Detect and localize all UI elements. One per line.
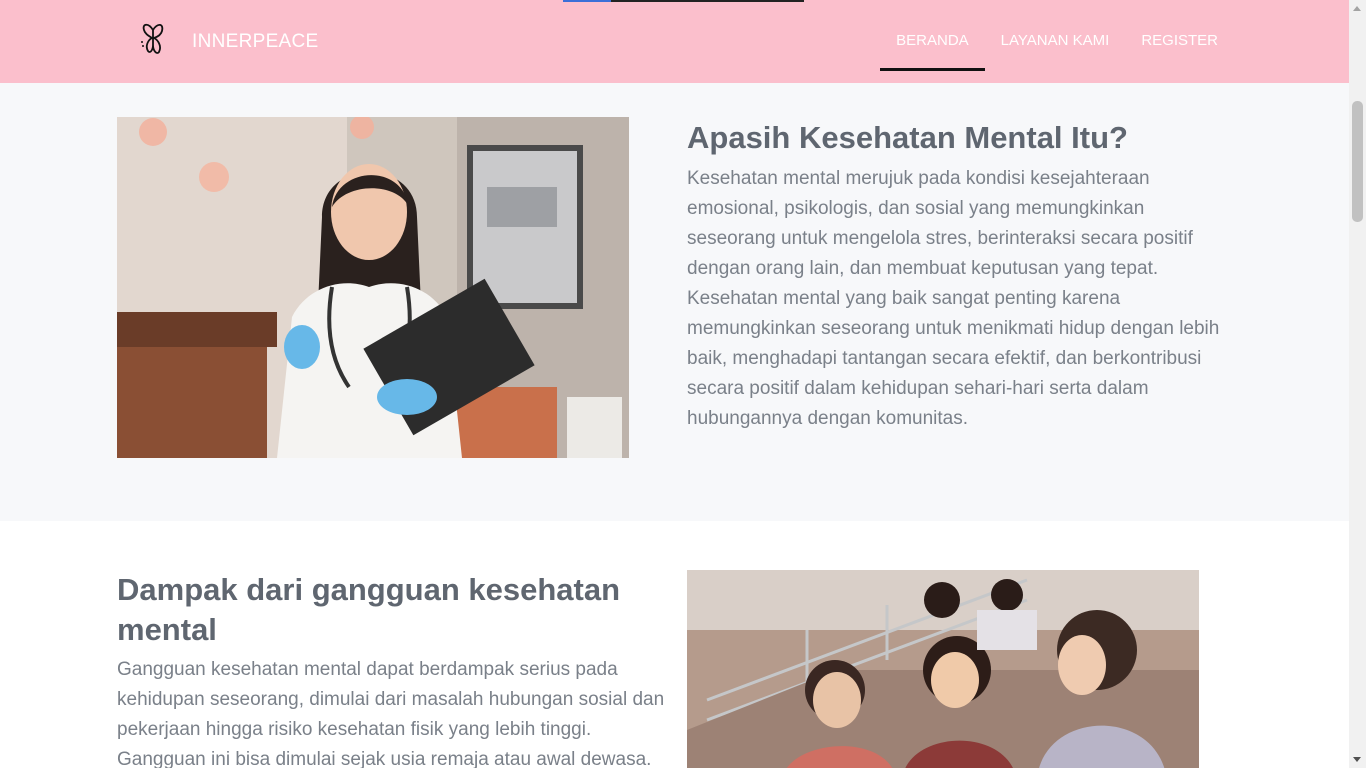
scroll-down-icon[interactable] bbox=[1353, 757, 1361, 762]
scroll-progress-bar bbox=[563, 0, 804, 2]
butterfly-icon bbox=[140, 20, 166, 63]
section-paragraph: Gangguan kesehatan mental dapat berdampa… bbox=[117, 659, 665, 768]
section-heading: Apasih Kesehatan Mental Itu? bbox=[687, 120, 1128, 155]
nav-link-register[interactable]: REGISTER bbox=[1125, 0, 1234, 83]
nav-link-beranda[interactable]: BERANDA bbox=[880, 0, 985, 83]
section-paragraph: Kesehatan mental merujuk pada kondisi ke… bbox=[687, 168, 1220, 429]
section-what-is-mental-health: Apasih Kesehatan Mental Itu? Kesehatan m… bbox=[0, 83, 1349, 521]
nav-link-layanan-kami[interactable]: LAYANAN KAMI bbox=[985, 0, 1126, 83]
doctor-photo bbox=[117, 117, 629, 458]
section-impact: Dampak dari gangguan kesehatan mental Ga… bbox=[0, 521, 1349, 768]
nav-links: BERANDA LAYANAN KAMI REGISTER bbox=[880, 0, 1234, 83]
students-photo bbox=[687, 570, 1199, 768]
page-scrollbar[interactable] bbox=[1349, 0, 1366, 768]
brand-name: INNERPEACE bbox=[192, 30, 319, 52]
scrollbar-thumb[interactable] bbox=[1352, 101, 1363, 222]
section-heading: Dampak dari gangguan kesehatan mental bbox=[117, 572, 621, 647]
scroll-up-icon[interactable] bbox=[1353, 6, 1361, 11]
navbar: INNERPEACE BERANDA LAYANAN KAMI REGISTER bbox=[0, 0, 1349, 83]
brand[interactable]: INNERPEACE bbox=[140, 20, 319, 63]
